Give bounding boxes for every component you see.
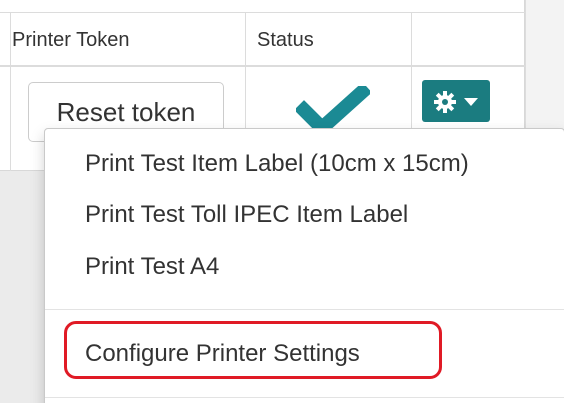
status-header-label: Status (257, 29, 314, 51)
printer-token-header-label: Printer Token (12, 29, 130, 51)
printer-actions-dropdown: Print Test Item Label (10cm x 15cm) Prin… (44, 128, 564, 403)
menu-item-print-test-toll-ipec-label[interactable]: Print Test Toll IPEC Item Label (85, 195, 408, 235)
menu-item-label: Print Test Toll IPEC Item Label (85, 201, 409, 228)
page: Printer Token Status Reset token Print T… (0, 0, 564, 403)
actions-header (411, 12, 525, 67)
gear-icon (434, 91, 456, 113)
menu-divider (45, 309, 564, 310)
row-actions-gear-button[interactable] (422, 80, 490, 122)
menu-divider (45, 397, 564, 398)
printer-token-header: Printer Token (0, 12, 245, 67)
menu-item-label: Print Test Item Label (10cm x 15cm) (85, 150, 469, 177)
highlight-outline (64, 321, 442, 379)
status-header: Status (245, 12, 411, 67)
column-divider (10, 12, 11, 171)
menu-item-print-test-item-label[interactable]: Print Test Item Label (10cm x 15cm) (85, 144, 469, 184)
reset-token-label: Reset token (56, 97, 196, 127)
caret-down-icon (464, 98, 478, 106)
menu-item-print-test-a4[interactable]: Print Test A4 (85, 247, 219, 287)
menu-item-label: Print Test A4 (85, 253, 220, 280)
